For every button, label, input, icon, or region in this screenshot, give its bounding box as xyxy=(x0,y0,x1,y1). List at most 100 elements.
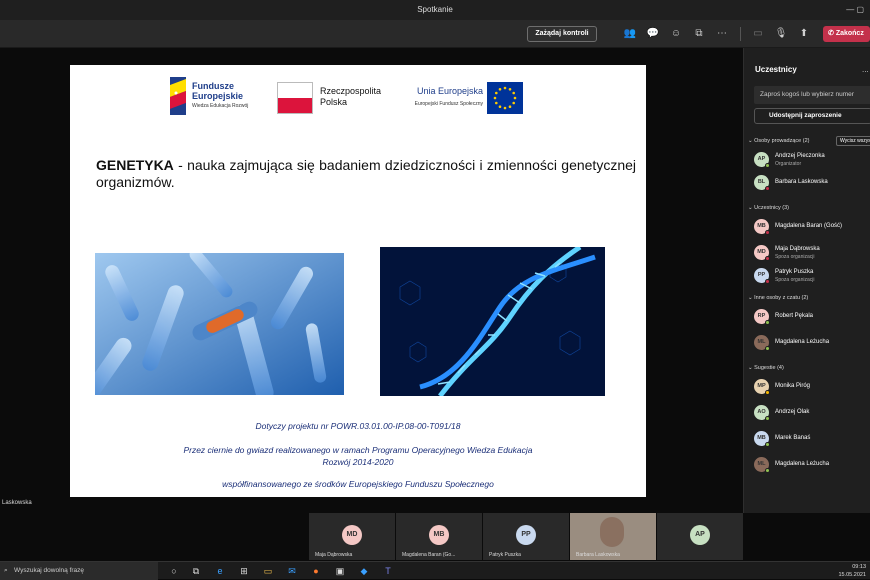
avatar: AP xyxy=(690,525,710,545)
video-tile[interactable]: MB Magdalena Baran (Go... xyxy=(396,513,482,560)
section-header[interactable]: ⌄ Osoby prowadzące (2) xyxy=(748,138,809,144)
presentation-slide: Fundusze Europejskie Wiedza Edukacja Rozw… xyxy=(70,65,646,497)
teams-icon[interactable]: T xyxy=(382,565,394,577)
participant-name: Robert Pękala xyxy=(775,313,814,319)
terminal-icon[interactable]: ▣ xyxy=(334,565,346,577)
rzeczpospolita-logo: Rzeczpospolita Polska xyxy=(277,82,387,116)
presence-status-icon xyxy=(765,279,770,284)
eu-line1: Unia Europejska xyxy=(416,86,483,96)
section-label: Inne osoby z czatu (2) xyxy=(754,295,809,301)
presence-status-icon xyxy=(765,320,770,325)
reactions-icon[interactable]: ☺ xyxy=(668,26,684,42)
mic-icon[interactable]: 🎙 xyxy=(773,26,789,42)
presence-status-icon xyxy=(765,346,770,351)
taskbar-search-input[interactable]: ⌕ Wyszukaj dowolną frazę xyxy=(0,562,158,580)
footer-program-line1: Przez ciernie do gwiazd realizowanego w … xyxy=(183,445,533,455)
share-invite-button[interactable]: Udostępnij zaproszenie xyxy=(754,108,870,124)
search-icon: ⌕ xyxy=(4,567,8,574)
camera-icon[interactable]: ▭ xyxy=(750,26,766,42)
participant-name: Andrzej Olak xyxy=(775,409,810,415)
footer-program-line2: Rozwój 2014-2020 xyxy=(322,457,394,467)
chat-icon[interactable]: 💬 xyxy=(645,26,661,42)
tile-name: Maja Dąbrowska xyxy=(315,552,353,558)
participant-name: Monika Piróg xyxy=(775,383,811,389)
participant-row[interactable]: ML Magdalena Leżucha xyxy=(754,457,870,477)
invite-input[interactable]: Zaproś kogoś lub wybierz numer xyxy=(754,86,870,104)
end-call-button[interactable]: ✆ Zakończ xyxy=(823,26,870,42)
footer-project-number: Dotyczy projektu nr POWR.03.01.00-IP.08-… xyxy=(255,421,461,431)
presence-status-icon xyxy=(765,416,770,421)
pl-line2: Polska xyxy=(320,97,348,107)
section-header[interactable]: ⌄ Inne osoby z czatu (2) xyxy=(748,295,808,301)
participants-panel: Uczestnicy ... Zaproś kogoś lub wybierz … xyxy=(743,48,870,513)
participant-row[interactable]: MB Marek Banaś xyxy=(754,431,870,451)
share-icon[interactable]: ⧉ xyxy=(691,26,707,42)
presence-status-icon xyxy=(765,442,770,447)
participant-name: Barbara Laskowska xyxy=(775,179,828,185)
pl-line1: Rzeczpospolita xyxy=(320,86,382,96)
windows-icon[interactable]: ⊞ xyxy=(238,565,250,577)
participant-row[interactable]: ML Magdalena Leżucha xyxy=(754,335,870,355)
firefox-icon[interactable]: ● xyxy=(310,565,322,577)
participant-row[interactable]: AO Andrzej Olak xyxy=(754,405,870,425)
clock-time: 09:13 xyxy=(852,564,866,570)
unia-europejska-logo: Unia Europejska Europejski Fundusz Społe… xyxy=(403,82,523,116)
participant-row[interactable]: MB Magdalena Baran (Gość) xyxy=(754,219,870,239)
system-tray[interactable]: 09:13 15.05.2021 xyxy=(838,563,866,579)
more-icon[interactable]: ⋯ xyxy=(714,26,730,42)
tile-name: Barbara Laskowska xyxy=(576,552,620,558)
poland-flag-icon xyxy=(277,82,313,114)
heading-keyword: GENETYKA xyxy=(96,157,174,173)
fe-line2: Europejskie xyxy=(192,91,244,101)
tile-name: Magdalena Baran (Go... xyxy=(402,552,456,558)
window-title: Spotkanie xyxy=(417,5,453,14)
share-invite-label: Udostępnij zaproszenie xyxy=(769,112,842,119)
heading-definition: - nauka zajmująca się badaniem dziedzicz… xyxy=(96,157,636,190)
participant-name: Magdalena Leżucha xyxy=(775,461,830,467)
eu-flag-icon xyxy=(487,82,523,114)
participant-name: Magdalena Leżucha xyxy=(775,339,830,345)
edge-icon[interactable]: e xyxy=(214,565,226,577)
section-header[interactable]: ⌄ Sugestie (4) xyxy=(748,365,784,371)
section-header[interactable]: ⌄ Uczestnicy (3) xyxy=(748,205,789,211)
mute-all-button[interactable]: Wycisz wszystkich xyxy=(836,136,870,146)
fe-flag-icon xyxy=(170,77,186,115)
participant-row[interactable]: RP Robert Pękala xyxy=(754,309,870,329)
panel-more-icon[interactable]: ... xyxy=(862,65,869,74)
shared-screen-stage: Fundusze Europejskie Wiedza Edukacja Rozw… xyxy=(0,48,743,513)
participant-row[interactable]: MP Monika Piróg xyxy=(754,379,870,399)
share-tray-icon[interactable]: ⬆ xyxy=(796,26,812,42)
video-tile[interactable]: PP Patryk Puszka xyxy=(483,513,569,560)
presence-status-icon xyxy=(765,186,770,191)
cortana-icon[interactable]: ○ xyxy=(168,565,180,577)
file-explorer-icon[interactable]: ▭ xyxy=(262,565,274,577)
camera-video-feed xyxy=(600,517,624,547)
video-tile[interactable]: MD Maja Dąbrowska xyxy=(309,513,395,560)
participant-row[interactable]: MD Maja Dąbrowska Spoza organizacji xyxy=(754,245,870,265)
task-view-icon[interactable]: ⧉ xyxy=(190,565,202,577)
video-tile[interactable]: AP xyxy=(657,513,743,560)
search-placeholder: Wyszukaj dowolną frazę xyxy=(14,567,85,574)
participant-row[interactable]: PP Patryk Puszka Spoza organizacji xyxy=(754,268,870,288)
fe-sub: Wiedza Edukacja Rozwój xyxy=(192,103,249,109)
section-label: Uczestnicy (3) xyxy=(754,205,789,211)
presence-status-icon xyxy=(765,468,770,473)
avatar: MB xyxy=(429,525,449,545)
people-icon[interactable]: 👥 xyxy=(622,26,638,42)
avatar: PP xyxy=(516,525,536,545)
eu-sub: Europejski Fundusz Społeczny xyxy=(414,101,483,107)
phone-icon: ✆ xyxy=(828,30,836,37)
window-controls[interactable]: — ▢ xyxy=(846,0,864,20)
presenter-name: Laskowska xyxy=(2,500,32,506)
mail-icon[interactable]: ✉ xyxy=(286,565,298,577)
vscode-icon[interactable]: ◆ xyxy=(358,565,370,577)
section-label: Sugestie (4) xyxy=(754,365,784,371)
taskbar: ⌕ Wyszukaj dowolną frazę ○ ⧉ e ⊞ ▭ ✉ ● ▣… xyxy=(0,561,870,580)
meeting-toolbar: Zażądaj kontroli 👥 💬 ☺ ⧉ ⋯ ▭ 🎙 ⬆ ✆ Zakoń… xyxy=(0,20,870,48)
participant-row[interactable]: BL Barbara Laskowska xyxy=(754,175,870,195)
participant-subtitle: Organizator xyxy=(775,161,802,167)
clock-date: 15.05.2021 xyxy=(838,572,866,578)
video-tile[interactable]: Barbara Laskowska xyxy=(570,513,656,560)
request-control-button[interactable]: Zażądaj kontroli xyxy=(527,26,597,42)
participant-row[interactable]: AP Andrzej Pieczonka Organizator xyxy=(754,152,870,172)
